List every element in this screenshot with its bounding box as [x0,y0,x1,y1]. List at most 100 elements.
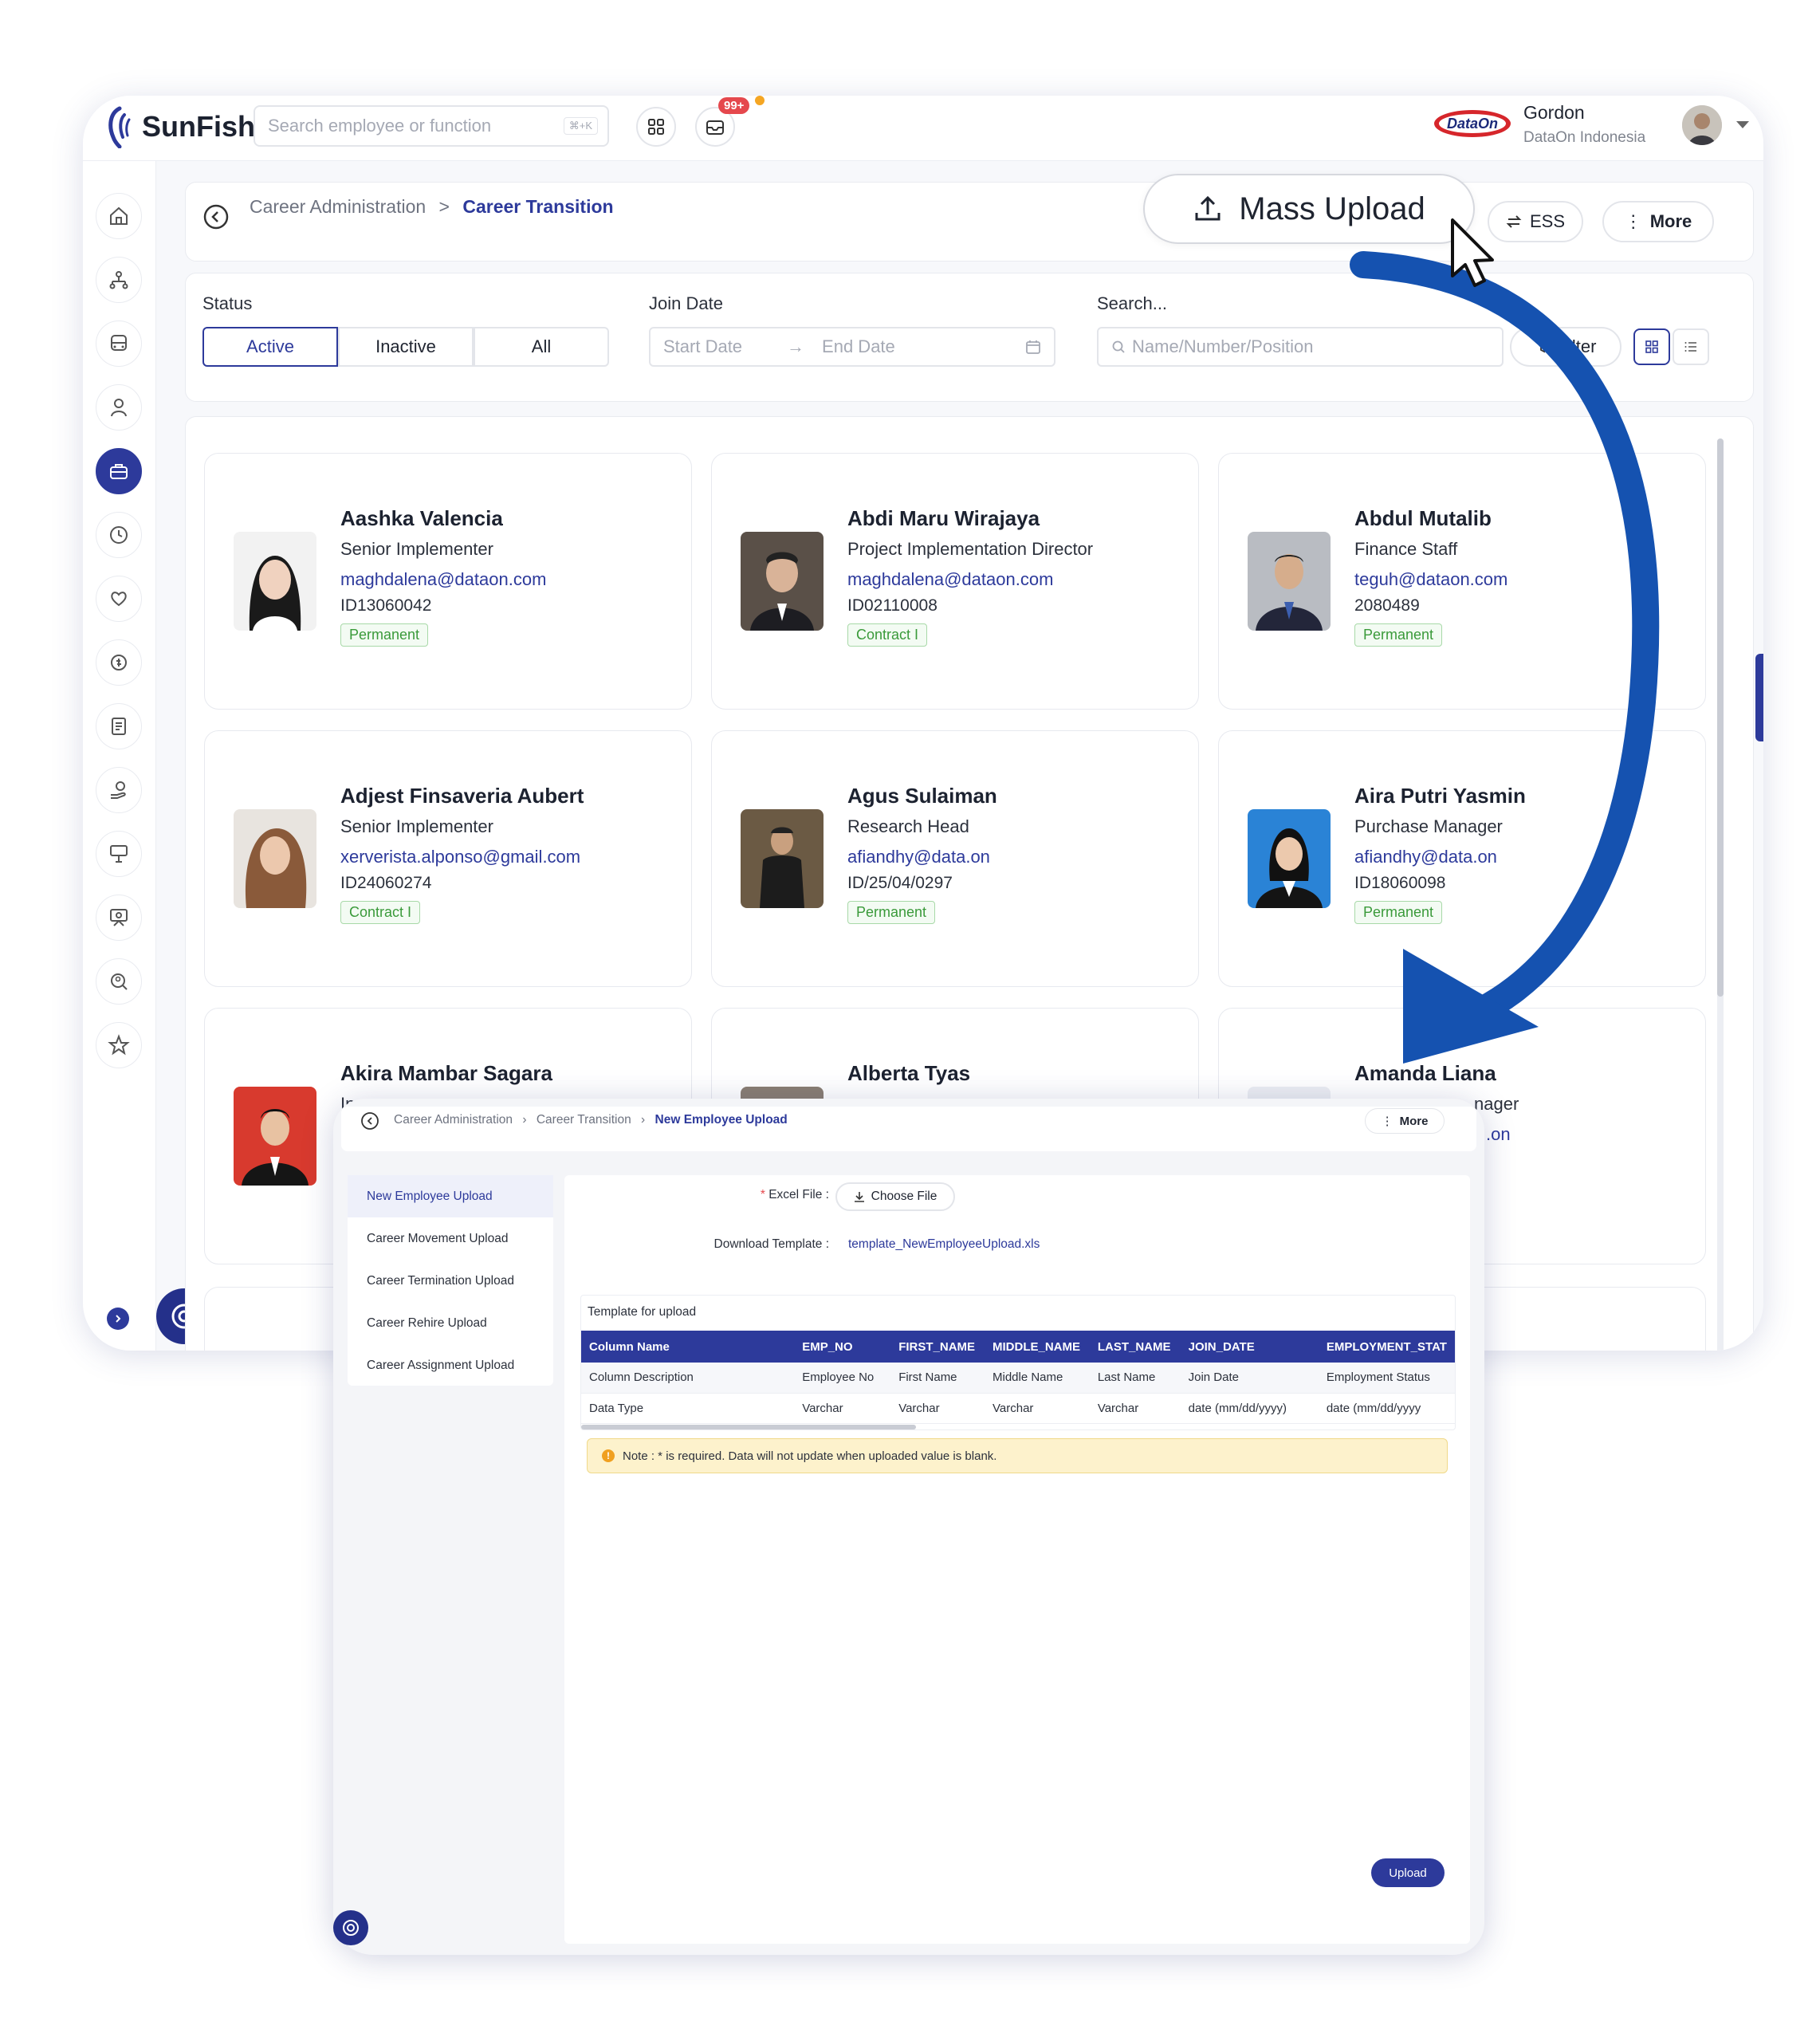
side-panel-tab[interactable] [1755,654,1763,741]
menu-career-termination-upload[interactable]: Career Termination Upload [348,1260,553,1302]
employee-search-input[interactable]: Name/Number/Position [1097,327,1504,367]
sidebar-item-organization[interactable] [96,257,142,303]
download-template-label: Download Template : [713,1237,829,1251]
employee-email[interactable]: teguh@dataon.com [1354,569,1507,590]
employee-id: ID/25/04/0297 [847,874,953,892]
upload-form-panel [564,1175,1470,1944]
sidebar-item-reward[interactable] [96,767,142,813]
employee-email[interactable]: maghdalena@dataon.com [340,569,546,590]
user-name[interactable]: Gordon [1523,102,1585,124]
menu-new-employee-upload[interactable]: New Employee Upload [348,1175,553,1217]
employee-name: Adjest Finsaveria Aubert [340,784,584,808]
employee-photo [234,809,316,908]
home-icon [110,206,128,225]
menu-career-movement-upload[interactable]: Career Movement Upload [348,1217,553,1260]
employee-title: Senior Implementer [340,539,493,559]
sidebar-item-employee[interactable] [96,384,142,431]
employment-status-badge: Permanent [340,623,429,647]
presentation-icon [110,845,128,863]
table-cell: Join Date [1180,1363,1319,1394]
table-header: Column Name [581,1331,795,1363]
employee-email[interactable]: maghdalena@dataon.com [847,569,1093,590]
mass-upload-button[interactable]: Mass Upload [1143,174,1475,244]
sunfish-logo-icon [108,106,131,148]
arrow-right-icon: → [787,336,805,356]
employee-email[interactable]: afiandhy@data.on [847,847,997,867]
chevron-down-icon[interactable] [1736,121,1749,128]
table-cell: Employment Status [1318,1363,1455,1394]
join-date-range-input[interactable]: Start Date → End Date [649,327,1055,367]
user-avatar[interactable] [1682,105,1722,145]
more-button[interactable]: ⋮ More [1602,201,1714,242]
employee-card[interactable]: Agus Sulaiman Research Head afiandhy@dat… [711,730,1199,987]
employee-name: Aashka Valencia [340,506,503,530]
employee-title: Purchase Manager [1354,816,1503,836]
sidebar-item-benefit[interactable] [96,576,142,622]
back-arrow-icon[interactable] [202,203,230,230]
sidebar-item-training[interactable] [96,831,142,877]
employee-card[interactable]: Aashka Valencia Senior Implementer maghd… [204,453,692,710]
upload-breadcrumb-item[interactable]: Career Administration [394,1113,513,1127]
employee-email[interactable]: afiandhy@data.on [1354,847,1526,867]
global-search-input[interactable]: Search employee or function ⌘+K [254,105,609,147]
back-arrow-icon[interactable] [360,1111,379,1131]
scrollbar-thumb[interactable] [1717,438,1724,997]
employment-status-badge: Permanent [1354,901,1443,924]
table-horizontal-scrollbar[interactable] [581,1425,916,1429]
filter-button[interactable]: Filter [1510,327,1621,367]
status-option-active[interactable]: Active [202,327,338,367]
upload-breadcrumb-item[interactable]: Career Transition [537,1113,631,1127]
sidebar-item-search[interactable] [96,958,142,1005]
dataon-logo-text: DataOn [1447,116,1498,132]
employee-card[interactable]: Aira Putri Yasmin Purchase Manager afian… [1218,730,1706,987]
upload-breadcrumb: Career Administration › Career Transitio… [394,1113,788,1127]
clock-icon [110,526,128,544]
assistant-fab[interactable] [333,1910,368,1945]
user-company: DataOn Indonesia [1523,129,1646,146]
employment-status-badge: Permanent [847,901,936,924]
ess-button[interactable]: ESS [1488,201,1583,242]
status-option-inactive[interactable]: Inactive [338,327,474,367]
employment-status-badge: Permanent [1354,623,1443,647]
sidebar-item-recruitment[interactable] [96,895,142,941]
list-view-toggle[interactable] [1673,328,1709,365]
employee-card[interactable]: Abdi Maru Wirajaya Project Implementatio… [711,453,1199,710]
breadcrumb-parent[interactable]: Career Administration [250,196,426,217]
sidebar-item-favorites[interactable] [96,1022,142,1068]
sunfish-logo[interactable]: SunFish [104,105,255,148]
employee-title: Project Implementation Director [847,539,1094,559]
grid-view-toggle[interactable] [1633,328,1670,365]
breadcrumb-separator: › [641,1113,646,1127]
notification-badge: 99+ [718,97,750,114]
dataon-logo: DataOn [1434,110,1511,137]
employee-id: ID24060274 [340,874,432,892]
employee-card[interactable]: Abdul Mutalib Finance Staff teguh@dataon… [1218,453,1706,710]
search-label: Search... [1097,293,1168,313]
sidebar-item-time[interactable] [96,512,142,558]
upload-window: Career Administration › Career Transitio… [333,1099,1484,1955]
note-text: Note : * is required. Data will not upda… [623,1449,997,1463]
sidebar-item-home[interactable] [96,193,142,239]
status-option-all[interactable]: All [474,327,609,367]
employee-photo [1248,809,1331,908]
menu-career-rehire-upload[interactable]: Career Rehire Upload [348,1302,553,1344]
table-cell: Varchar [985,1393,1090,1424]
apps-grid-button[interactable] [636,107,676,147]
info-icon: ! [602,1449,615,1462]
sidebar-item-payroll[interactable] [96,639,142,686]
choose-file-button[interactable]: Choose File [835,1182,955,1211]
inbox-icon [706,120,724,135]
template-download-link[interactable]: template_NewEmployeeUpload.xls [848,1237,1040,1252]
menu-career-assignment-upload[interactable]: Career Assignment Upload [348,1344,553,1386]
sidebar-item-finance[interactable] [96,703,142,749]
table-cell: First Name [890,1363,985,1394]
table-header: EMP_NO [794,1331,891,1363]
sidebar-expand-button[interactable] [107,1308,129,1330]
upload-button[interactable]: Upload [1371,1858,1445,1887]
employee-email[interactable]: xerverista.alponso@gmail.com [340,847,584,867]
sidebar-item-transport[interactable] [96,321,142,367]
employee-card[interactable]: Adjest Finsaveria Aubert Senior Implemen… [204,730,692,987]
sidebar-item-career[interactable] [96,448,142,494]
upload-more-button[interactable]: ⋮ More [1365,1108,1445,1134]
table-header: FIRST_NAME [890,1331,985,1363]
